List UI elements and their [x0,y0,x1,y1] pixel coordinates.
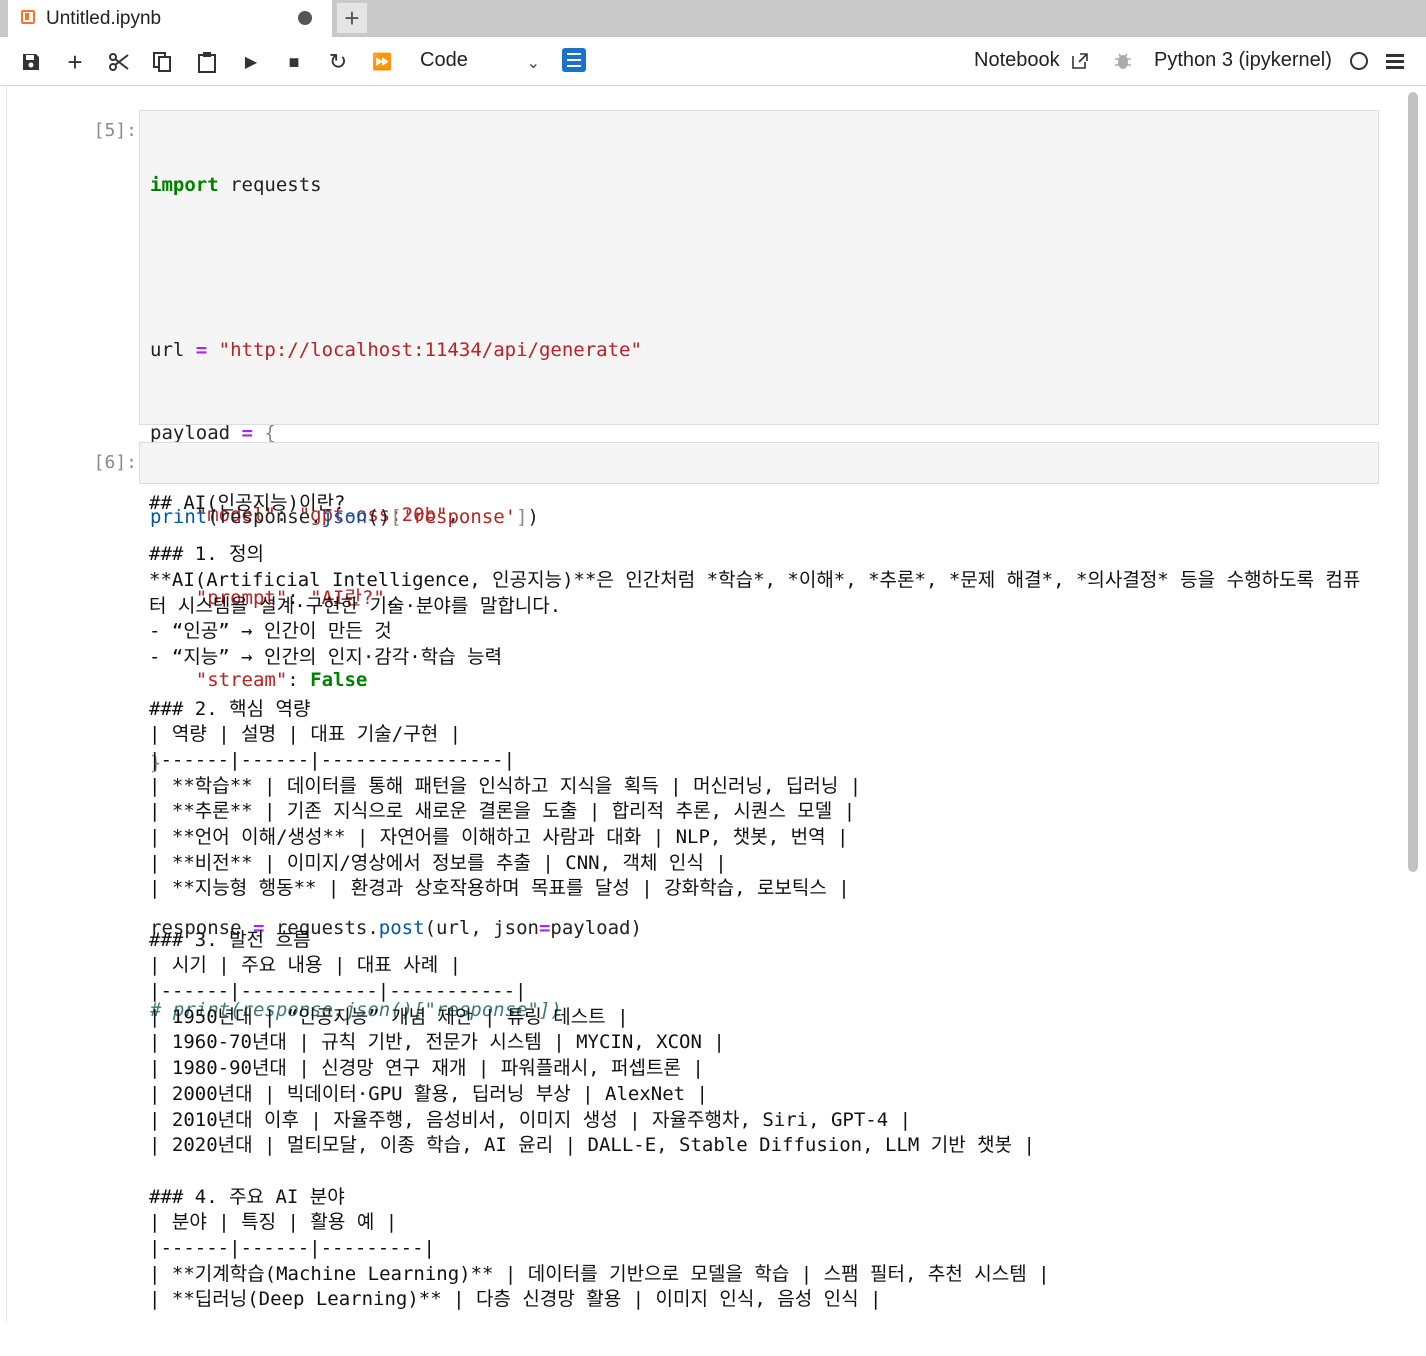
output-line: | **기계학습(Machine Learning)** | 데이터를 기반으로… [149,1262,1050,1285]
output-line: |------|------|---------| [149,1236,435,1259]
copy-button[interactable] [149,49,175,75]
output-line: | **언어 이해/생성** | 자연어를 이해하고 사람과 대화 | NLP,… [149,825,849,848]
output-line: | 2000년대 | 빅데이터·GPU 활용, 딥러닝 부상 | AlexNet… [149,1082,708,1105]
output-line: | 2010년대 이후 | 자율주행, 음성비서, 이미지 생성 | 자율주행차… [149,1108,912,1131]
vertical-scrollbar[interactable] [1408,92,1418,872]
output-line: ### 4. 주요 AI 분야 [149,1185,345,1208]
run-button[interactable]: ▶ [238,49,264,75]
output-line: 터 시스템을 설계·구현한 기술·분야를 말합니다. [149,594,562,617]
output-line: |------|------|----------------| [149,748,516,771]
output-line: | 역량 | 설명 | 대표 기술/구현 | [149,723,462,746]
restart-button[interactable]: ↻ [325,49,351,75]
copy-icon [153,52,171,72]
output-line: | **딥러닝(Deep Learning)** | 다층 신경망 활용 | 이… [149,1288,882,1311]
kernel-status-icon [1350,52,1368,70]
output-line: | 1980-90년대 | 신경망 연구 재개 | 파워플래시, 퍼셉트론 | [149,1057,704,1080]
output-line: | 분야 | 특징 | 활용 예 | [149,1211,398,1234]
paste-button[interactable] [194,49,220,75]
notebook-icon [21,10,35,24]
code-token: "http://localhost:11434/api/generate" [207,339,642,361]
code-token: import [150,174,219,196]
notebook-tab[interactable]: Untitled.ipynb [8,0,332,37]
code-token: requests [218,174,322,196]
external-link-icon[interactable] [1070,51,1090,71]
output-line: ## AI(인공지능)이란? [149,492,346,514]
unsaved-dot-icon[interactable] [298,11,312,25]
code-token: = [195,339,208,361]
code-cell-input[interactable]: import requests url = "http://localhost:… [139,110,1379,1021]
output-line: | 1950년대 | “인공지능” 개념 제안 | 튜링 테스트 | [149,1005,629,1028]
output-line: |------|------------|-----------| [149,980,527,1003]
cell-type-select[interactable]: Code ⌄ [420,49,540,75]
clipboard-icon [198,52,216,73]
scissors-icon [109,53,129,71]
kernel-name[interactable]: Python 3 (ipykernel) [1154,49,1332,72]
code-token: = [241,421,253,444]
cell-output: ## AI(인공지능)이란? ### 1. 정의 **AI(Artificial I… [149,491,1389,1313]
menu-icon[interactable] [1386,54,1404,72]
output-line: | 1960-70년대 | 규칙 기반, 전문가 시스템 | MYCIN, XC… [149,1031,725,1054]
code-token: payload [150,421,242,444]
save-button[interactable] [18,49,44,75]
cell-prompt: [6]: [93,452,137,473]
stop-button[interactable]: ■ [281,49,307,75]
cell-prompt: [5]: [93,120,137,141]
tab-title: Untitled.ipynb [46,8,162,29]
new-tab-button[interactable]: + [337,3,367,33]
cell-type-value: Code [420,49,468,71]
code-token: { [252,421,276,444]
add-cell-button[interactable]: + [62,47,88,77]
output-line: | **학습** | 데이터를 통해 패턴을 인식하고 지식을 획득 | 머신러… [149,774,862,797]
tab-bar: Untitled.ipynb + [0,0,1426,37]
code-cell-input[interactable]: print(response.json()['response']) [139,442,1379,528]
notebook-content: [5]: import requests url = "http://local… [6,86,1407,1322]
output-line: - “인공” → 인간이 만든 것 [149,620,392,643]
notebook-toolbar: + ▶ ■ ↻ ⏩ Code ⌄ Notebook Python 3 (ipyk… [0,37,1426,86]
cut-button[interactable] [106,49,132,75]
open-notebook-link[interactable]: Notebook [974,49,1060,72]
output-line: ### 1. 정의 [149,543,265,566]
output-line: | **지능형 행동** | 환경과 상호작용하며 목표를 달성 | 강화학습,… [149,877,850,900]
save-icon [23,54,39,70]
output-line: **AI(Artificial Intelligence, 인공지능)**은 인… [149,569,1361,592]
property-inspector-button[interactable] [562,48,586,72]
output-line: | **추론** | 기존 지식으로 새로운 결론을 도출 | 합리적 추론, … [149,800,856,823]
output-line: ### 3. 발전 흐름 [149,928,311,951]
output-line: - “지능” → 인간의 인지·감각·학습 능력 [149,646,503,669]
debugger-bug-icon[interactable] [1114,51,1132,71]
output-line: | 2020년대 | 멀티모달, 이종 학습, AI 윤리 | DALL-E, … [149,1134,1035,1157]
chevron-down-icon: ⌄ [526,55,540,72]
output-line: ### 2. 핵심 역량 [149,697,311,720]
output-line: | 시기 | 주요 내용 | 대표 사례 | [149,954,462,977]
output-line: | **비전** | 이미지/영상에서 정보를 추출 | CNN, 객체 인식 … [149,851,727,874]
run-all-button[interactable]: ⏩ [369,49,395,75]
code-token: url [150,339,196,361]
